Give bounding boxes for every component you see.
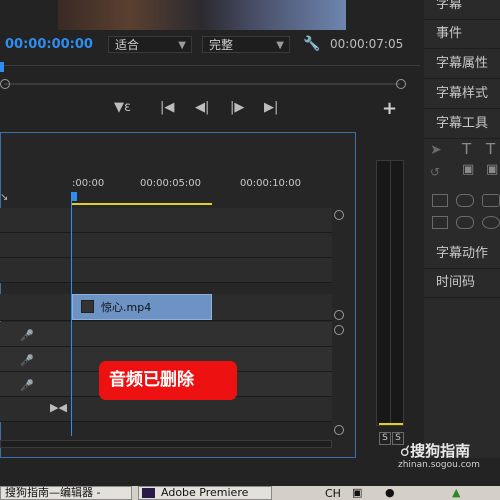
ruler-label-0: :00:00 [72, 178, 105, 189]
wedge-tool-icon[interactable] [432, 216, 448, 229]
arc-tool-icon[interactable] [456, 216, 474, 229]
fx-icon [81, 300, 94, 313]
zoom-handle-left[interactable] [0, 79, 10, 89]
monitor-scrub-bar[interactable] [0, 60, 420, 74]
arrow-icon[interactable]: ➤ [430, 142, 442, 158]
zoom-scroll-bar[interactable] [0, 78, 406, 90]
search-icon: ☌ [400, 442, 411, 460]
quality-select-value: 完整 [209, 38, 234, 52]
tray-app-icon[interactable]: ▣ [352, 486, 362, 499]
menu-item-title-styles[interactable]: 字幕样式 [424, 80, 500, 109]
microphone-icon[interactable]: 🎤 [20, 379, 34, 392]
wrench-icon[interactable]: 🔧 [303, 36, 320, 52]
rectangle-tool-icon[interactable] [432, 194, 448, 207]
tray-penguin-icon[interactable]: ● [385, 486, 395, 499]
ruler-label-2: 00:00:10:00 [240, 178, 302, 189]
ellipse-tool-icon[interactable] [482, 216, 500, 229]
fit-select[interactable]: 适合 ▼ [108, 36, 192, 53]
clipped-rect-tool-icon[interactable] [482, 194, 500, 207]
menu-item-title-properties[interactable]: 字幕属性 [424, 50, 500, 79]
zoom-track [4, 83, 400, 85]
ime-indicator[interactable]: CH [325, 487, 341, 500]
scrub-track [0, 65, 420, 66]
taskbar-item-editor[interactable]: 搜狗指南—编辑器 - [0, 486, 132, 500]
scroll-handle-mid2[interactable] [334, 325, 344, 335]
master-keyframe-icon[interactable]: ▶◀ [50, 401, 67, 414]
fit-select-value: 适合 [115, 38, 140, 52]
vertical-text-tool-icon[interactable]: T [486, 140, 495, 158]
tray-shield-icon[interactable]: ▲ [452, 486, 460, 499]
microphone-icon[interactable]: 🎤 [20, 329, 34, 342]
audio-meter [376, 160, 404, 426]
chevron-down-icon: ▼ [178, 40, 186, 51]
wrench-small-icon[interactable]: ↘ [0, 192, 8, 203]
audio-track-row[interactable] [0, 322, 332, 347]
insert-marker-icon[interactable]: ▼‍ε [114, 100, 131, 115]
timeline-horizontal-scrollbar[interactable] [0, 440, 332, 448]
text-tool-icon[interactable]: T [462, 140, 471, 158]
add-button[interactable]: + [382, 98, 397, 119]
step-forward-icon[interactable]: |▶ [230, 100, 244, 115]
sogou-url: zhinan.sogou.com [398, 460, 480, 470]
microphone-icon[interactable]: 🎤 [20, 354, 34, 367]
area-text-tool-icon[interactable]: ▣ [462, 162, 474, 177]
ruler-label-1: 00:00:05:00 [140, 178, 202, 189]
path-text-tool-icon[interactable]: ▣ [486, 162, 498, 177]
rounded-rect-tool-icon[interactable] [456, 194, 474, 207]
current-timecode[interactable]: 00:00:00:00 [5, 37, 93, 52]
video-preview [58, 0, 346, 30]
meter-level [379, 423, 403, 425]
step-back-icon[interactable]: ◀| [195, 100, 209, 115]
solo-button-left[interactable]: S [379, 432, 391, 445]
rotate-icon[interactable]: ↺ [430, 165, 440, 179]
scroll-handle-top[interactable] [334, 210, 344, 220]
timeline-playhead-line [71, 200, 72, 436]
track-row[interactable] [0, 208, 332, 233]
monitor-playhead[interactable] [0, 62, 4, 72]
video-clip[interactable]: 惊心.mp4 [72, 294, 212, 320]
scroll-handle-mid[interactable] [334, 310, 344, 320]
clip-name: 惊心.mp4 [101, 301, 152, 314]
step-to-in-icon[interactable]: |◀ [160, 100, 174, 115]
work-area-bar[interactable] [72, 203, 212, 205]
menu-item-title-actions[interactable]: 字幕动作 [424, 240, 500, 269]
premiere-app-icon [142, 488, 155, 498]
track-row[interactable] [0, 233, 332, 258]
quality-select[interactable]: 完整 ▼ [202, 36, 290, 53]
taskbar: 搜狗指南—编辑器 - Adobe Premiere CH ▣ ● ▲ [0, 486, 500, 500]
sogou-brand: ☌搜狗指南 [400, 442, 471, 460]
program-monitor: 00:00:00:00 适合 ▼ 完整 ▼ 🔧 00:00:07:05 ▼‍ε … [0, 0, 420, 130]
step-to-out-icon[interactable]: ▶| [264, 100, 278, 115]
track-row[interactable] [0, 258, 332, 283]
chevron-down-icon: ▼ [276, 40, 284, 51]
scroll-handle-bottom[interactable] [334, 425, 344, 435]
taskbar-item-premiere[interactable]: Adobe Premiere [138, 486, 272, 500]
meter-divider [390, 161, 391, 425]
menu-item-timecode[interactable]: 时间码 [424, 269, 500, 298]
menu-item-events[interactable]: 事件 [424, 20, 500, 49]
duration-timecode: 00:00:07:05 [330, 37, 404, 51]
audio-deleted-badge: 音频已删除 [99, 361, 237, 400]
menu-item-title-tools[interactable]: 字幕工具 [424, 110, 500, 139]
zoom-handle-right[interactable] [396, 79, 406, 89]
menu-item-title[interactable]: 字幕 [424, 0, 500, 20]
